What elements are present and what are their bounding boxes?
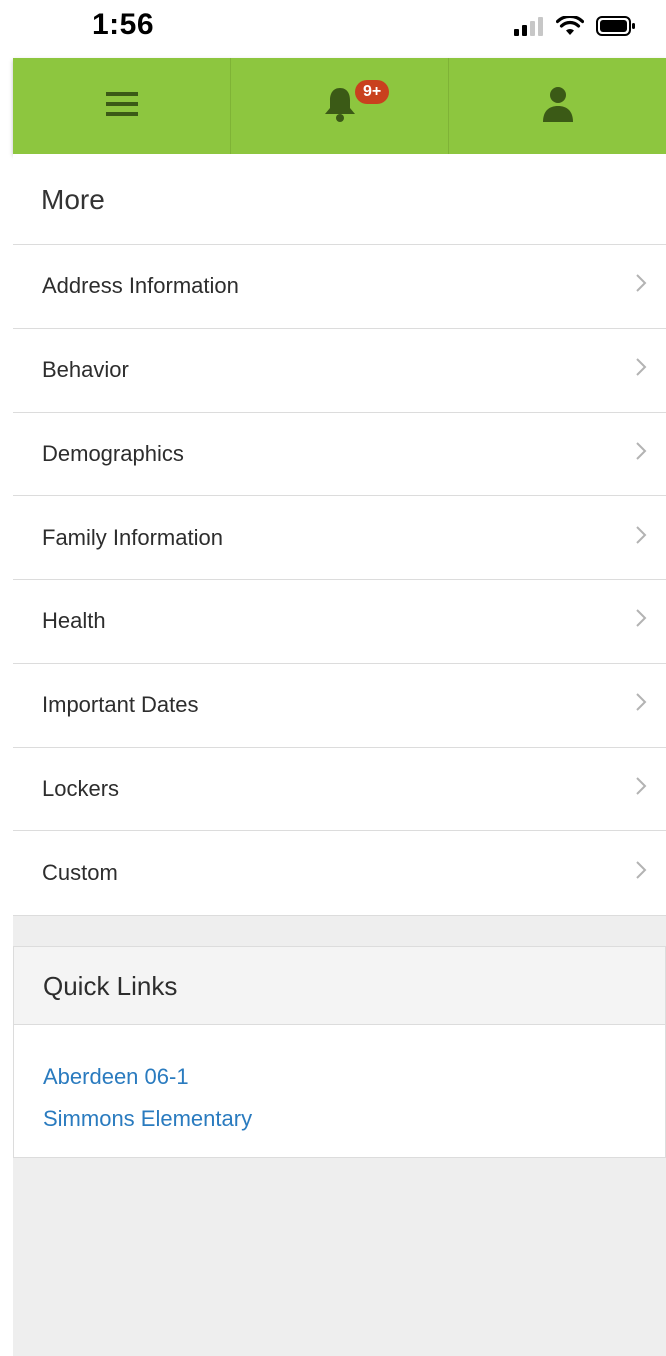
chevron-right-icon xyxy=(634,272,648,300)
app-bar: 9+ xyxy=(13,58,666,154)
quick-links-card: Quick Links Aberdeen 06-1 Simmons Elemen… xyxy=(13,946,666,1158)
menu-item-family-information[interactable]: Family Information xyxy=(13,496,666,580)
left-gutter xyxy=(0,56,13,1356)
menu-item-health[interactable]: Health xyxy=(13,580,666,664)
chevron-right-icon xyxy=(634,859,648,887)
chevron-right-icon xyxy=(634,691,648,719)
status-bar: 1:56 xyxy=(0,0,666,56)
bell-icon xyxy=(322,85,358,128)
menu-item-label: Custom xyxy=(42,860,118,886)
wifi-icon xyxy=(555,14,585,41)
notifications-button[interactable]: 9+ xyxy=(231,58,449,154)
menu-item-label: Behavior xyxy=(42,357,129,383)
signal-icon xyxy=(514,16,544,41)
menu-item-label: Address Information xyxy=(42,273,239,299)
more-menu-list: Address Information Behavior Demographic… xyxy=(13,244,666,916)
menu-item-address-information[interactable]: Address Information xyxy=(13,245,666,329)
menu-item-behavior[interactable]: Behavior xyxy=(13,329,666,413)
menu-button[interactable] xyxy=(13,58,231,154)
quick-links-title: Quick Links xyxy=(14,947,665,1025)
chevron-right-icon xyxy=(634,775,648,803)
menu-item-label: Important Dates xyxy=(42,692,199,718)
menu-item-demographics[interactable]: Demographics xyxy=(13,413,666,497)
battery-icon xyxy=(596,16,636,41)
notification-badge: 9+ xyxy=(355,80,390,104)
profile-button[interactable] xyxy=(449,58,666,154)
chevron-right-icon xyxy=(634,524,648,552)
chevron-right-icon xyxy=(634,440,648,468)
quick-link-aberdeen[interactable]: Aberdeen 06-1 xyxy=(43,1057,665,1097)
page-title: More xyxy=(13,154,666,244)
menu-item-custom[interactable]: Custom xyxy=(13,831,666,915)
menu-item-important-dates[interactable]: Important Dates xyxy=(13,664,666,748)
menu-item-label: Lockers xyxy=(42,775,120,801)
status-icons xyxy=(514,14,636,41)
chevron-right-icon xyxy=(634,607,648,635)
quick-link-simmons-elementary[interactable]: Simmons Elementary xyxy=(43,1099,665,1139)
hamburger-menu-icon xyxy=(105,90,138,123)
chevron-right-icon xyxy=(634,356,648,384)
quick-links-list: Aberdeen 06-1 Simmons Elementary xyxy=(14,1025,665,1157)
menu-item-lockers[interactable]: Lockers xyxy=(13,748,666,832)
menu-item-label: Family Information xyxy=(42,524,223,550)
status-time: 1:56 xyxy=(92,8,155,41)
user-icon xyxy=(540,85,576,128)
menu-item-label: Health xyxy=(42,608,106,634)
menu-item-label: Demographics xyxy=(42,440,184,466)
main-content: More Address Information Behavior Demogr… xyxy=(13,154,666,1356)
